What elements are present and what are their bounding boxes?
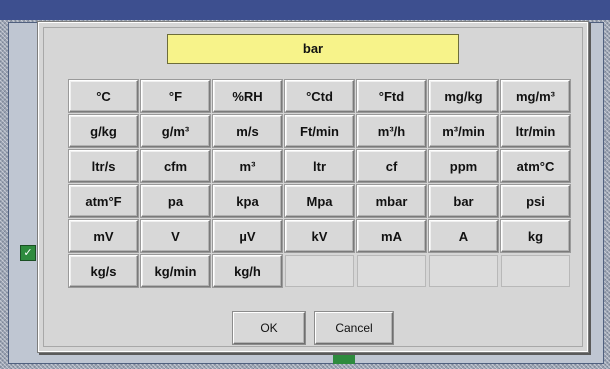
empty-unit-slot [285, 255, 354, 287]
unit-button[interactable]: g/kg [68, 114, 139, 148]
empty-unit-slot [501, 255, 570, 287]
unit-button[interactable]: Mpa [284, 184, 355, 218]
unit-selection-dialog: bar °C °F %RH °Ctd °Ftd mg/kg mg/m³ g/kg g/m³ m/s… [38, 22, 588, 352]
unit-button[interactable]: m/s [212, 114, 283, 148]
unit-button[interactable]: kg [500, 219, 571, 253]
unit-button-grid: °C °F %RH °Ctd °Ftd mg/kg mg/m³ g/kg g/m³ m/s Ft/m… [68, 79, 571, 288]
unit-button[interactable]: bar [428, 184, 499, 218]
unit-button[interactable]: ppm [428, 149, 499, 183]
unit-button[interactable]: cf [356, 149, 427, 183]
unit-button[interactable]: atm°F [68, 184, 139, 218]
selected-unit-field: bar [167, 34, 459, 64]
unit-button[interactable]: kg/h [212, 254, 283, 288]
unit-button[interactable]: Ft/min [284, 114, 355, 148]
unit-button[interactable]: kg/s [68, 254, 139, 288]
unit-button[interactable]: kg/min [140, 254, 211, 288]
unit-button[interactable]: m³/h [356, 114, 427, 148]
background-indicator [333, 354, 355, 364]
unit-button[interactable]: pa [140, 184, 211, 218]
unit-button[interactable]: mA [356, 219, 427, 253]
empty-unit-slot [429, 255, 498, 287]
unit-button[interactable]: °Ftd [356, 79, 427, 113]
unit-button[interactable]: mg/kg [428, 79, 499, 113]
unit-button[interactable]: g/m³ [140, 114, 211, 148]
unit-button[interactable]: mV [68, 219, 139, 253]
unit-button[interactable]: %RH [212, 79, 283, 113]
unit-button[interactable]: atm°C [500, 149, 571, 183]
unit-button[interactable]: °F [140, 79, 211, 113]
unit-button[interactable]: kV [284, 219, 355, 253]
unit-button[interactable]: psi [500, 184, 571, 218]
unit-button[interactable]: m³/min [428, 114, 499, 148]
unit-button[interactable]: cfm [140, 149, 211, 183]
unit-button[interactable]: ltr/s [68, 149, 139, 183]
unit-button[interactable]: kpa [212, 184, 283, 218]
unit-button[interactable]: °Ctd [284, 79, 355, 113]
background-title-bar [0, 0, 610, 20]
unit-button[interactable]: A [428, 219, 499, 253]
unit-button[interactable]: mg/m³ [500, 79, 571, 113]
cancel-button[interactable]: Cancel [314, 311, 394, 345]
unit-button[interactable]: V [140, 219, 211, 253]
ok-button[interactable]: OK [232, 311, 306, 345]
unit-button[interactable]: µV [212, 219, 283, 253]
empty-unit-slot [357, 255, 426, 287]
unit-button[interactable]: ltr [284, 149, 355, 183]
background-checkbox-icon: ✓ [20, 245, 36, 261]
unit-button[interactable]: mbar [356, 184, 427, 218]
unit-button[interactable]: °C [68, 79, 139, 113]
unit-button[interactable]: ltr/min [500, 114, 571, 148]
unit-button[interactable]: m³ [212, 149, 283, 183]
